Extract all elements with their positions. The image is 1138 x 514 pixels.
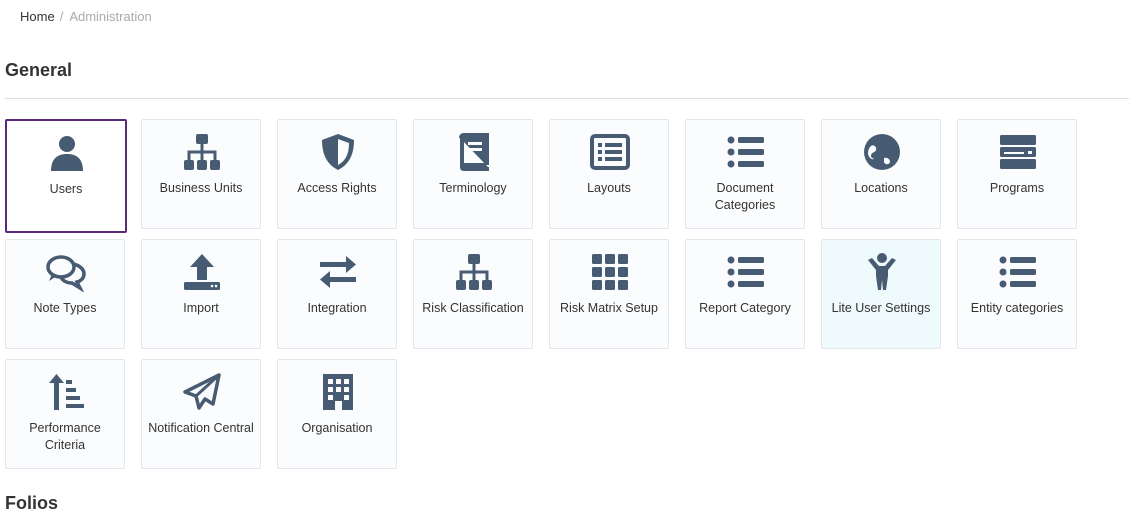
tile-label: Report Category (699, 301, 791, 315)
exchange-icon (318, 252, 358, 292)
list-alt-icon (590, 132, 630, 172)
tile-import[interactable]: Import (141, 239, 261, 349)
paper-plane-icon (182, 372, 222, 412)
breadcrumb-separator: / (59, 9, 64, 24)
tile-business-units[interactable]: Business Units (141, 119, 261, 229)
user-icon (47, 133, 87, 173)
tile-label: Risk Matrix Setup (560, 301, 658, 315)
breadcrumb: Home / Administration (20, 9, 152, 24)
tile-label: Notification Central (148, 421, 254, 435)
tile-label: Layouts (587, 181, 631, 195)
tile-notification-central[interactable]: Notification Central (141, 359, 261, 469)
tile-label: Users (49, 182, 83, 196)
tile-label: Performance Criteria (29, 421, 101, 452)
shield-icon (318, 132, 358, 172)
tile-risk-matrix-setup[interactable]: Risk Matrix Setup (549, 239, 669, 349)
building-icon (318, 372, 358, 412)
grid-icon (590, 252, 630, 292)
tile-note-types[interactable]: Note Types (5, 239, 125, 349)
tile-document-categories[interactable]: Document Categories (685, 119, 805, 229)
tile-locations[interactable]: Locations (821, 119, 941, 229)
breadcrumb-current: Administration (69, 9, 152, 24)
section-divider (5, 98, 1129, 99)
list-icon (998, 252, 1038, 292)
list-icon (726, 132, 766, 172)
tile-label: Entity categories (970, 301, 1064, 315)
tile-label: Document Categories (714, 181, 776, 212)
tile-programs[interactable]: Programs (957, 119, 1077, 229)
tile-label: Terminology (439, 181, 507, 195)
tile-terminology[interactable]: Terminology (413, 119, 533, 229)
tile-organisation[interactable]: Organisation (277, 359, 397, 469)
server-icon (998, 132, 1038, 172)
tile-label: Integration (307, 301, 367, 315)
sitemap-icon (454, 252, 494, 292)
section-title-folios: Folios (5, 493, 58, 513)
tile-label: Access Rights (297, 181, 377, 195)
tile-label: Import (183, 301, 219, 315)
tile-report-category[interactable]: Report Category (685, 239, 805, 349)
tile-label: Locations (854, 181, 908, 195)
comments-icon (46, 252, 86, 292)
upload-icon (182, 252, 222, 292)
tile-label: Programs (989, 181, 1045, 195)
tile-access-rights[interactable]: Access Rights (277, 119, 397, 229)
breadcrumb-home-link[interactable]: Home (20, 9, 55, 24)
tile-risk-classification[interactable]: Risk Classification (413, 239, 533, 349)
tile-lite-user-settings[interactable]: Lite User Settings (821, 239, 941, 349)
tile-integration[interactable]: Integration (277, 239, 397, 349)
tile-performance-criteria[interactable]: Performance Criteria (5, 359, 125, 469)
tile-label: Lite User Settings (831, 301, 931, 315)
section-title-general: General (5, 60, 73, 80)
tile-layouts[interactable]: Layouts (549, 119, 669, 229)
globe-icon (862, 132, 902, 172)
tile-entity-categories[interactable]: Entity categories (957, 239, 1077, 349)
book-icon (454, 132, 494, 172)
tile-label: Note Types (33, 301, 97, 315)
list-icon (726, 252, 766, 292)
child-icon (862, 252, 902, 292)
sitemap-icon (182, 132, 222, 172)
sort-amount-icon (46, 372, 86, 412)
tile-label: Organisation (301, 421, 373, 435)
tile-users[interactable]: Users (5, 119, 127, 233)
tile-label: Business Units (159, 181, 243, 195)
tile-label: Risk Classification (422, 301, 524, 315)
